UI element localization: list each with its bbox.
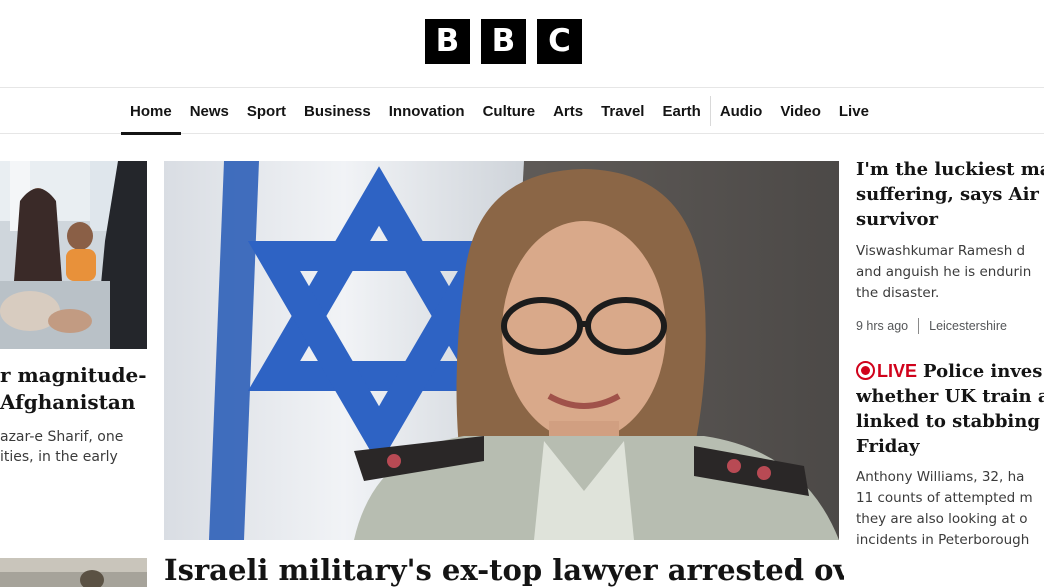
logo-letter-c: C [537, 19, 582, 64]
right-story-1-meta: 9 hrs ago Leicestershire [856, 318, 1044, 334]
masthead: B B C [0, 0, 1044, 88]
nav-item-audio[interactable]: Audio [711, 88, 772, 134]
right-story-1-summary: Viswashkumar Ramesh d and anguish he is … [856, 243, 1032, 301]
right-story-2-headline-rest[interactable]: whether UK train at linked to stabbing o… [856, 384, 1044, 459]
main-story-headline[interactable]: Israeli military's ex-top lawyer arreste… [164, 552, 844, 587]
right-story-2-headline-line1[interactable]: LIVE Police inves [856, 359, 1044, 384]
main-nav: Home News Sport Business Innovation Cult… [0, 88, 1044, 135]
logo-letter-b1: B [425, 19, 470, 64]
nav-item-travel[interactable]: Travel [592, 88, 653, 134]
left-story-summary: azar-e Sharif, one ities, in the early [0, 429, 124, 465]
nav-item-home[interactable]: Home [121, 88, 181, 135]
right-story-1-headline[interactable]: I'm the luckiest man suffering, says Air… [856, 157, 1044, 232]
nav-item-arts[interactable]: Arts [544, 88, 592, 134]
nav-item-sport[interactable]: Sport [238, 88, 295, 134]
live-label: LIVE [877, 361, 918, 381]
left-story-headline[interactable]: r magnitude- Afghanistan [0, 362, 147, 416]
logo-letter-b2: B [481, 19, 526, 64]
nav-list: Home News Sport Business Innovation Cult… [121, 88, 878, 135]
left-story-image-2[interactable] [0, 558, 147, 587]
nav-item-culture[interactable]: Culture [474, 88, 545, 134]
main-story-image[interactable] [164, 161, 839, 540]
live-icon [856, 361, 875, 380]
meta-divider [918, 318, 920, 334]
nav-item-earth[interactable]: Earth [653, 88, 709, 134]
right-story-2-summary: Anthony Williams, 32, ha 11 counts of at… [856, 469, 1033, 548]
nav-item-live[interactable]: Live [830, 88, 878, 134]
right-story-2-headline-start: Police inves [923, 361, 1043, 382]
timestamp: 9 hrs ago [856, 319, 909, 333]
nav-item-news[interactable]: News [181, 88, 238, 134]
right-story-2[interactable]: LIVEPolice inves whether UK train at lin… [856, 359, 1044, 551]
bbc-logo[interactable]: B B C [425, 19, 582, 64]
nav-item-business[interactable]: Business [295, 88, 380, 134]
nav-item-video[interactable]: Video [771, 88, 830, 134]
location-tag[interactable]: Leicestershire [929, 319, 1007, 333]
left-story-image[interactable] [0, 161, 147, 349]
nav-item-innovation[interactable]: Innovation [380, 88, 474, 134]
right-column: I'm the luckiest man suffering, says Air… [856, 157, 1044, 551]
